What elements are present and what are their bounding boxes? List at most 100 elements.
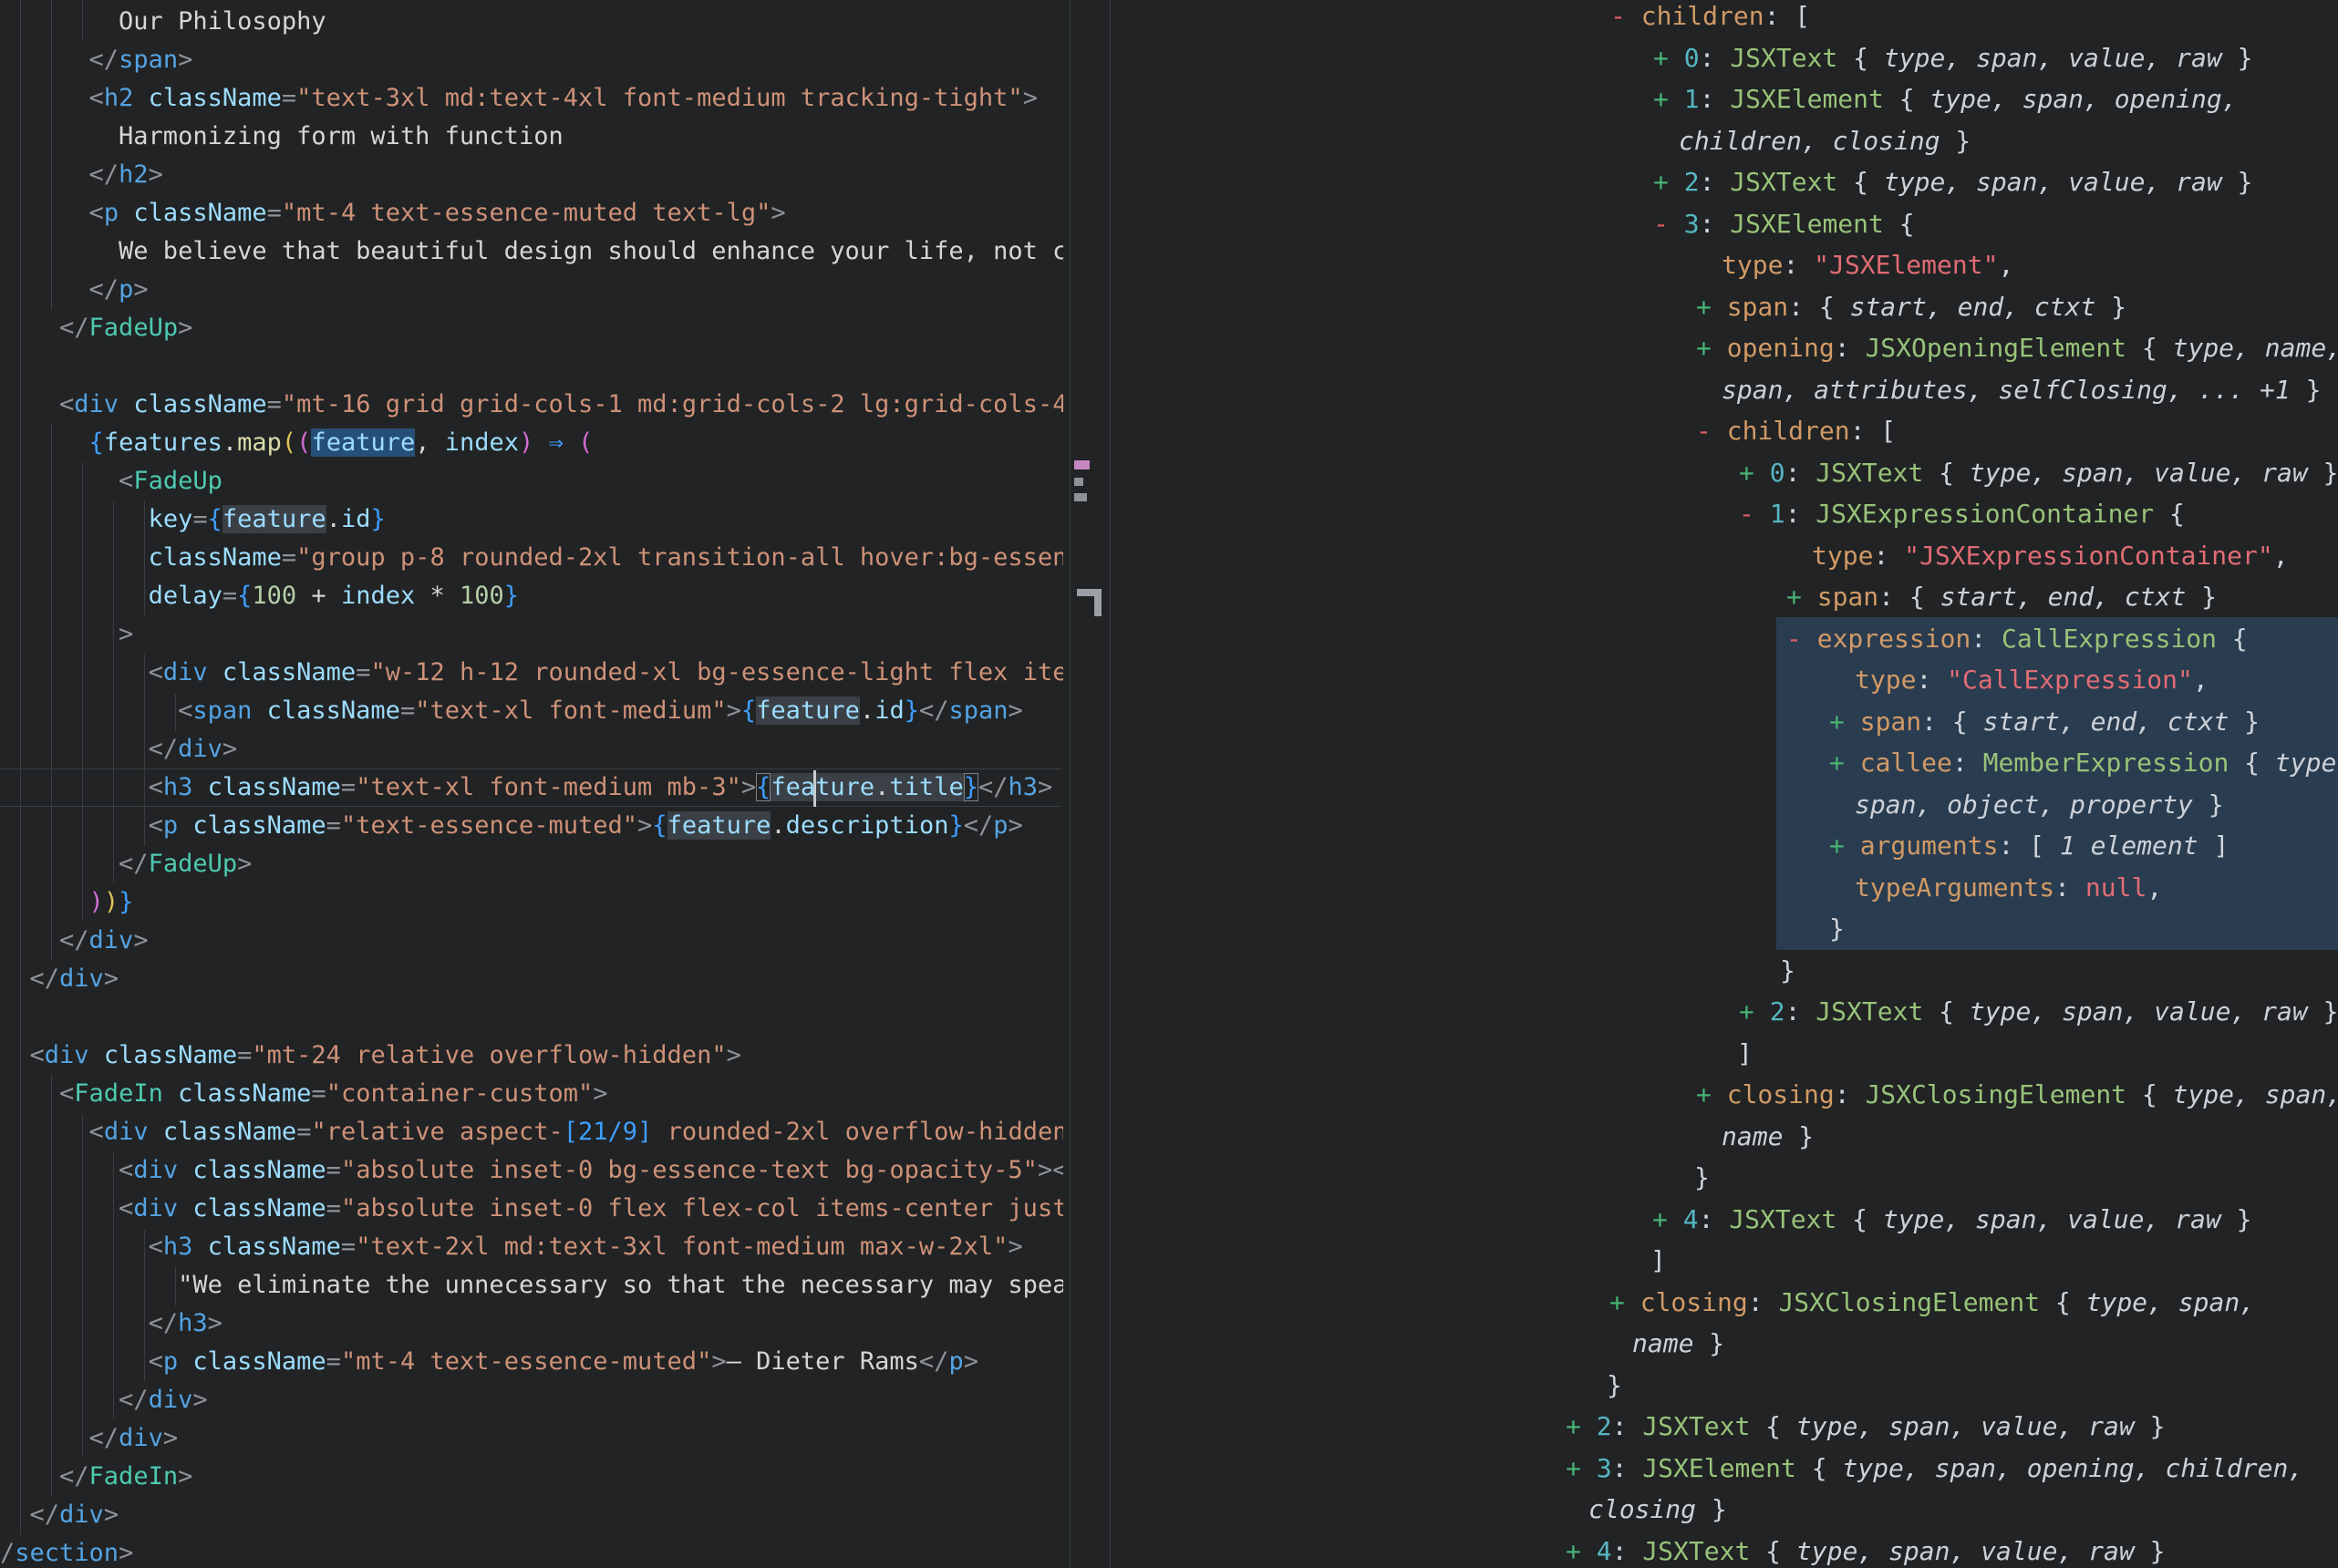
ast-tree-pane[interactable]: - children: [+ 0: JSXText { type, span, …	[0, 0, 2338, 1568]
token: type	[1812, 541, 1873, 571]
ast-node-line[interactable]: + 2: JSXText { type, span, value, raw }	[0, 1406, 2338, 1448]
ast-node-line[interactable]: - children: [	[0, 410, 2338, 452]
token: +	[1786, 582, 1817, 612]
token: : [	[1850, 416, 1897, 446]
ast-node-line[interactable]: children, closing }	[0, 120, 2338, 162]
token: +	[1696, 1079, 1727, 1109]
ast-node-line[interactable]: typeArguments: null,	[0, 867, 2338, 909]
token: type, span, value, raw	[1796, 1536, 2135, 1566]
token: opening	[1727, 333, 1835, 363]
ast-node-line[interactable]: type: "JSXExpressionContainer",	[0, 535, 2338, 577]
token: {	[1837, 167, 1884, 197]
token: 3	[1597, 1453, 1612, 1483]
token: +	[1829, 707, 1860, 737]
token: {	[2040, 1287, 2086, 1317]
token: }	[2095, 292, 2126, 322]
token: }	[2135, 1536, 2166, 1566]
token: :	[1785, 458, 1816, 488]
token: 4	[1683, 1204, 1699, 1234]
token: expression	[1817, 624, 1971, 654]
ast-node-line[interactable]: + 4: JSXText { type, span, value, raw }	[0, 1531, 2338, 1568]
ast-node-line[interactable]: + span: { start, end, ctxt }	[0, 701, 2338, 743]
token: -	[1653, 209, 1684, 239]
token: }	[2221, 1204, 2252, 1234]
ast-node-line[interactable]: name }	[0, 1116, 2338, 1158]
token: }	[1607, 1370, 1622, 1400]
token: 0	[1684, 43, 1700, 73]
token: }	[1783, 1121, 1814, 1151]
ast-node-line[interactable]: ]	[0, 1240, 2338, 1282]
token: callee	[1860, 748, 1952, 778]
token: {	[1837, 43, 1884, 73]
ast-node-line[interactable]: + 1: JSXElement { type, span, opening,	[0, 78, 2338, 120]
ast-node-line[interactable]: type: "JSXElement",	[0, 244, 2338, 286]
token: start, end, ctxt	[1850, 292, 2096, 322]
token: {	[1884, 84, 1930, 114]
token: }	[1780, 955, 1795, 985]
token: children	[1641, 1, 1764, 31]
token: }	[2308, 996, 2338, 1026]
token: }	[2308, 458, 2338, 488]
token: }	[2135, 1411, 2166, 1441]
ast-node-line[interactable]: }	[0, 1365, 2338, 1407]
token: JSXClosingElement	[1865, 1079, 2126, 1109]
token: name	[1632, 1328, 1693, 1358]
token: JSXText	[1816, 996, 1923, 1026]
ast-node-line[interactable]: closing }	[0, 1489, 2338, 1531]
token: -	[1696, 416, 1727, 446]
ast-node-line[interactable]: + 0: JSXText { type, span, value, raw }	[0, 37, 2338, 79]
token: }	[2291, 375, 2322, 405]
ast-node-line[interactable]: + span: { start, end, ctxt }	[0, 576, 2338, 618]
token: +	[1829, 830, 1860, 861]
token: {	[1836, 1204, 1883, 1234]
ast-node-line[interactable]: }	[0, 950, 2338, 992]
token: {	[2126, 1079, 2173, 1109]
token: null	[2085, 872, 2147, 903]
ast-node-line[interactable]: type: "CallExpression",	[0, 659, 2338, 701]
token: :	[1699, 1204, 1730, 1234]
ast-node-line[interactable]: + opening: JSXOpeningElement { type, nam…	[0, 327, 2338, 369]
token: 1	[1684, 84, 1700, 114]
ast-node-line[interactable]: + closing: JSXClosingElement { type, spa…	[0, 1282, 2338, 1324]
token: {	[2217, 624, 2248, 654]
token: JSXText	[1730, 43, 1837, 73]
ast-node-line[interactable]: ]	[0, 1033, 2338, 1075]
token: type, span, value, raw	[1796, 1411, 2135, 1441]
ast-node-line[interactable]: span, attributes, selfClosing, ... +1 }	[0, 369, 2338, 411]
ast-node-line[interactable]: - expression: CallExpression {	[0, 618, 2338, 660]
token: +	[1739, 458, 1770, 488]
token: type, span,	[2086, 1287, 2255, 1317]
ast-node-line[interactable]: + arguments: [ 1 element ]	[0, 825, 2338, 867]
ast-node-line[interactable]: + span: { start, end, ctxt }	[0, 286, 2338, 328]
ast-node-line[interactable]: + callee: MemberExpression { type,	[0, 742, 2338, 784]
token: +	[1609, 1287, 1640, 1317]
ast-node-line[interactable]: + closing: JSXClosingElement { type, spa…	[0, 1074, 2338, 1116]
app-window: Our Philosophy </span> <h2 className="te…	[0, 0, 2338, 1568]
ast-node-line[interactable]: + 4: JSXText { type, span, value, raw }	[0, 1199, 2338, 1241]
token: ,	[2147, 872, 2162, 903]
token: :	[1952, 748, 1983, 778]
ast-node-line[interactable]: - 1: JSXExpressionContainer {	[0, 493, 2338, 535]
ast-node-line[interactable]: - children: [	[0, 0, 2338, 37]
token: :	[1785, 996, 1816, 1026]
token: name	[1722, 1121, 1783, 1151]
ast-node-line[interactable]: name }	[0, 1323, 2338, 1365]
token: type,	[2275, 748, 2338, 778]
ast-node-line[interactable]: + 2: JSXText { type, span, value, raw }	[0, 991, 2338, 1033]
ast-node-line[interactable]: + 2: JSXText { type, span, value, raw }	[0, 161, 2338, 203]
ast-node-line[interactable]: + 0: JSXText { type, span, value, raw }	[0, 452, 2338, 494]
token: 3	[1684, 209, 1700, 239]
token: -	[1739, 499, 1770, 529]
ast-node-line[interactable]: + 3: JSXElement { type, span, opening, c…	[0, 1448, 2338, 1490]
token: +	[1653, 84, 1684, 114]
ast-node-line[interactable]: span, object, property }	[0, 784, 2338, 826]
token: : {	[1921, 707, 1982, 737]
ast-node-line[interactable]: }	[0, 908, 2338, 950]
token: JSXText	[1729, 1204, 1836, 1234]
ast-node-line[interactable]: - 3: JSXElement {	[0, 203, 2338, 245]
ast-node-line[interactable]: }	[0, 1157, 2338, 1199]
token: JSXElement	[1730, 84, 1884, 114]
token: JSXExpressionContainer	[1816, 499, 2154, 529]
token: :	[1835, 333, 1866, 363]
token: :	[1916, 665, 1947, 695]
